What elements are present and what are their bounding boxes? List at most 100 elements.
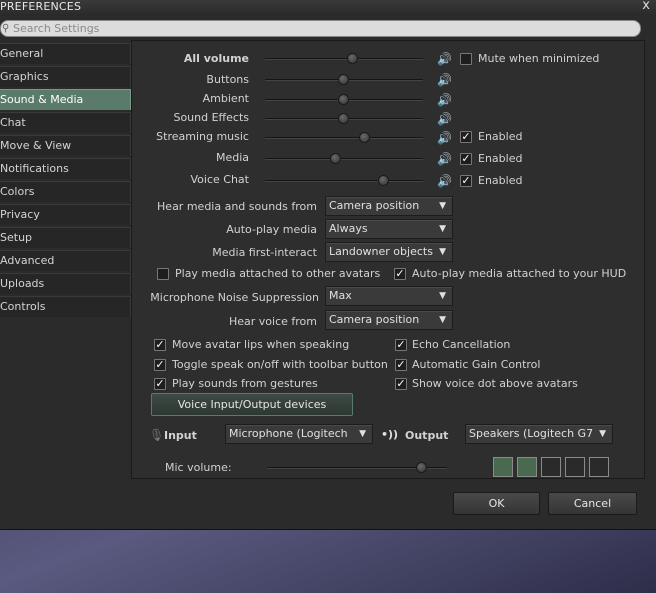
slider-knob[interactable] [347, 53, 359, 64]
speaker-icon[interactable]: 🔊 [437, 113, 452, 125]
slider-knob[interactable] [330, 153, 342, 164]
voice-dot-checkbox[interactable]: ✓ [395, 378, 407, 390]
tab-advanced[interactable]: Advanced [0, 250, 131, 271]
play-attached-media-checkbox[interactable] [157, 268, 169, 280]
meter-segment [493, 457, 513, 477]
lips-label: Move avatar lips when speaking [172, 338, 350, 351]
slider-knob[interactable] [358, 132, 370, 143]
noise-suppression-dropdown[interactable]: Max ▼ [325, 286, 453, 306]
voice-chat-volume-slider[interactable] [265, 175, 423, 186]
tab-colors[interactable]: Colors [0, 181, 131, 202]
ambient-volume-label: Ambient [202, 92, 249, 105]
tab-controls[interactable]: Controls [0, 296, 131, 317]
close-icon[interactable]: x [642, 0, 650, 13]
voice-enabled-checkbox[interactable]: ✓ [460, 175, 472, 187]
chevron-down-icon: ▼ [439, 291, 446, 301]
window-title: PREFERENCES [0, 0, 82, 13]
slider-knob[interactable] [415, 462, 427, 473]
gesture-sounds-label: Play sounds from gestures [172, 377, 318, 390]
agc-checkbox[interactable]: ✓ [395, 359, 407, 371]
speaker-icon[interactable]: 🔊 [437, 53, 452, 65]
media-enabled-checkbox[interactable]: ✓ [460, 153, 472, 165]
autoplay-media-dropdown[interactable]: Always ▼ [325, 219, 453, 239]
hear-media-from-label: Hear media and sounds from [157, 200, 317, 213]
tab-graphics[interactable]: Graphics [0, 66, 131, 87]
sound-effects-volume-slider[interactable] [265, 113, 423, 124]
output-speaker-icon: •)) [381, 428, 399, 441]
echo-cancellation-checkbox[interactable]: ✓ [395, 339, 407, 351]
slider-knob[interactable] [377, 175, 389, 186]
streaming-music-volume-slider[interactable] [265, 132, 423, 143]
media-first-interact-label: Media first-interact [212, 246, 317, 259]
buttons-volume-slider[interactable] [265, 74, 423, 85]
search-input[interactable]: ⚲ Search Settings [0, 20, 641, 37]
autoplay-media-label: Auto-play media [226, 223, 317, 236]
titlebar[interactable]: PREFERENCES x [0, 0, 656, 16]
speaker-icon[interactable]: 🔊 [437, 74, 452, 86]
chevron-down-icon: ▼ [599, 429, 606, 439]
dropdown-value: Microphone (Logitech [229, 427, 348, 440]
slider-knob[interactable] [338, 74, 349, 85]
media-first-interact-dropdown[interactable]: Landowner objects ▼ [325, 242, 453, 262]
streaming-enabled-checkbox[interactable]: ✓ [460, 131, 472, 143]
hear-voice-from-label: Hear voice from [228, 315, 317, 328]
meter-segment [589, 457, 609, 477]
toggle-speak-label: Toggle speak on/off with toolbar button [172, 358, 388, 371]
meter-segment [565, 457, 585, 477]
cancel-button[interactable]: Cancel [548, 492, 637, 515]
tab-setup[interactable]: Setup [0, 227, 131, 248]
voice-dot-label: Show voice dot above avatars [412, 377, 578, 390]
dropdown-value: Landowner objects [329, 245, 433, 258]
tab-sound-media[interactable]: Sound & Media [0, 89, 131, 110]
all-volume-slider[interactable] [265, 53, 423, 64]
tab-notifications[interactable]: Notifications [0, 158, 131, 179]
output-device-dropdown[interactable]: Speakers (Logitech G7 ▼ [465, 424, 613, 444]
voice-chat-volume-label: Voice Chat [190, 173, 249, 186]
speaker-icon[interactable]: 🔊 [437, 94, 452, 106]
tab-chat[interactable]: Chat [0, 112, 131, 133]
tab-uploads[interactable]: Uploads [0, 273, 131, 294]
slider-knob[interactable] [338, 113, 349, 124]
gesture-sounds-checkbox[interactable]: ✓ [154, 378, 166, 390]
chevron-down-icon: ▼ [359, 429, 366, 439]
dropdown-value: Speakers (Logitech G7 [469, 427, 594, 440]
chevron-down-icon: ▼ [439, 315, 446, 325]
mute-minimized-label: Mute when minimized [478, 52, 600, 65]
dropdown-value: Camera position [329, 199, 420, 212]
hear-voice-from-dropdown[interactable]: Camera position ▼ [325, 310, 453, 330]
streaming-music-volume-label: Streaming music [156, 130, 249, 143]
media-volume-slider[interactable] [265, 153, 423, 164]
lips-checkbox[interactable]: ✓ [154, 339, 166, 351]
tab-general[interactable]: General [0, 43, 131, 64]
media-enabled-label: Enabled [478, 152, 523, 165]
speaker-icon[interactable]: 🔊 [437, 175, 452, 187]
dropdown-value: Camera position [329, 313, 420, 326]
toggle-speak-checkbox[interactable]: ✓ [154, 359, 166, 371]
tab-privacy[interactable]: Privacy [0, 204, 131, 225]
speaker-icon[interactable]: 🔊 [437, 132, 452, 144]
tab-move-view[interactable]: Move & View [0, 135, 131, 156]
speaker-icon[interactable]: 🔊 [437, 153, 452, 165]
dropdown-value: Always [329, 222, 368, 235]
output-label: Output [405, 429, 449, 442]
voice-devices-button[interactable]: Voice Input/Output devices [151, 393, 353, 416]
hear-media-from-dropdown[interactable]: Camera position ▼ [325, 196, 453, 216]
mic-volume-slider[interactable] [267, 462, 447, 473]
ambient-volume-slider[interactable] [265, 94, 423, 105]
chevron-down-icon: ▼ [439, 247, 446, 257]
slider-knob[interactable] [338, 94, 349, 105]
search-icon: ⚲ [2, 23, 10, 34]
sound-effects-volume-label: Sound Effects [173, 111, 249, 124]
autoplay-hud-checkbox[interactable]: ✓ [394, 268, 406, 280]
microphone-icon: 🎙 [149, 428, 165, 442]
ok-button[interactable]: OK [453, 492, 540, 515]
mute-minimized-checkbox[interactable] [460, 53, 472, 65]
meter-segment [517, 457, 537, 477]
input-label: Input [164, 429, 197, 442]
agc-label: Automatic Gain Control [412, 358, 541, 371]
input-device-dropdown[interactable]: Microphone (Logitech ▼ [225, 424, 373, 444]
all-volume-label: All volume [183, 52, 249, 65]
mic-volume-label: Mic volume: [165, 461, 232, 474]
meter-segment [541, 457, 561, 477]
chevron-down-icon: ▼ [439, 201, 446, 211]
